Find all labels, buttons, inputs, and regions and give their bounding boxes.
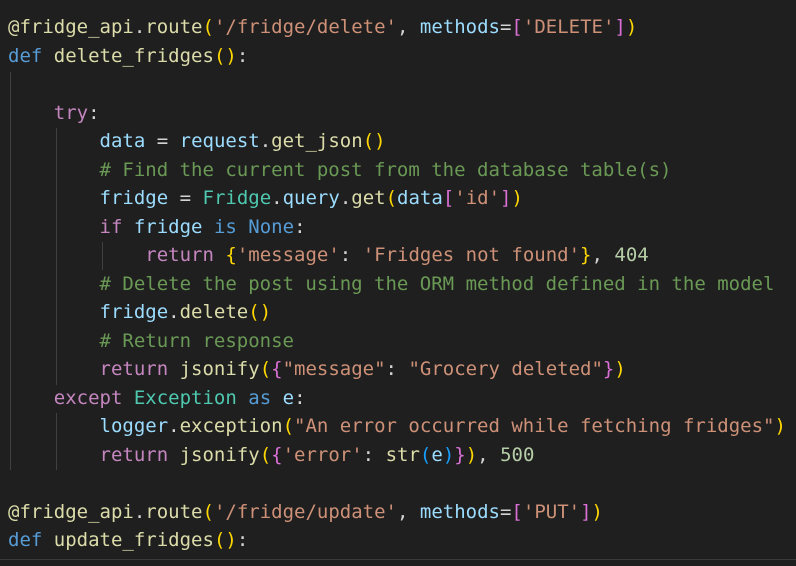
code-line[interactable]: @fridge_api.route('/fridge/update', meth… [8, 498, 603, 526]
code-line[interactable]: fridge = Fridge.query.get(data['id']) [8, 184, 523, 212]
code-line[interactable]: return {'message': 'Fridges not found'},… [8, 241, 648, 269]
code-line[interactable]: try: [8, 99, 100, 127]
code-line[interactable]: # Return response [8, 327, 294, 355]
code-line[interactable]: if fridge is None: [8, 213, 306, 241]
code-line[interactable]: return jsonify({'error': str(e)}), 500 [8, 441, 535, 469]
code-editor[interactable]: @fridge_api.route('/fridge/delete', meth… [0, 0, 796, 566]
code-line[interactable]: def update_fridges(): [8, 526, 248, 554]
code-line[interactable]: except Exception as e: [8, 384, 306, 412]
code-line[interactable]: fridge.delete() [8, 298, 272, 326]
code-line[interactable]: def delete_fridges(): [8, 42, 248, 70]
code-line[interactable]: # Find the current post from the databas… [8, 156, 672, 184]
code-line[interactable]: # Delete the post using the ORM method d… [8, 270, 775, 298]
code-line[interactable]: return jsonify({"message": "Grocery dele… [8, 355, 626, 383]
code-line[interactable]: @fridge_api.route('/fridge/delete', meth… [8, 13, 637, 41]
code-line[interactable]: data = request.get_json() [8, 127, 386, 155]
editor-divider [0, 559, 796, 560]
code-line[interactable]: logger.exception("An error occurred whil… [8, 412, 786, 440]
